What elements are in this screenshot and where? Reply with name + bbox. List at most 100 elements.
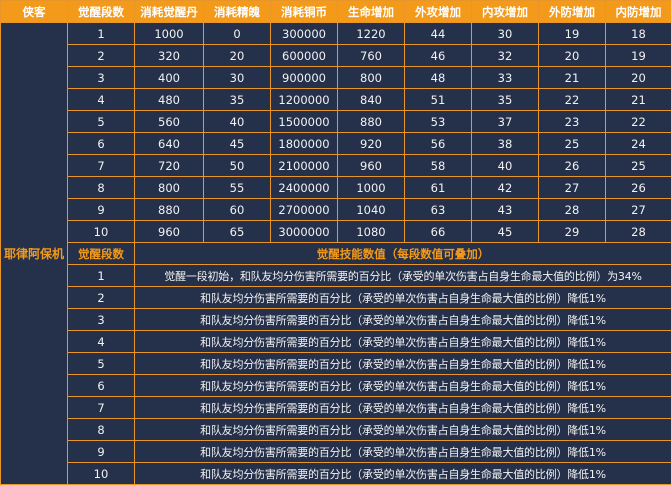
int-def-cell: 21 [606, 89, 671, 111]
coin-cell: 2400000 [271, 177, 338, 199]
pill-cell: 1000 [135, 23, 204, 45]
awakening-table: 侠客 觉醒段数 消耗觉醒丹 消耗精魄 消耗铜币 生命增加 外攻增加 内攻增加 外… [0, 0, 671, 485]
ext-def-cell: 28 [539, 199, 606, 221]
hp-cell: 800 [338, 67, 405, 89]
coin-cell: 900000 [271, 67, 338, 89]
stats-row: 7 720 50 2100000 960 58 40 26 25 [1, 155, 671, 177]
essence-cell: 65 [204, 221, 271, 243]
ext-def-cell: 26 [539, 155, 606, 177]
header-coin: 消耗铜币 [271, 1, 338, 23]
skill-stage-cell: 5 [68, 353, 135, 375]
skill-desc-cell: 和队友均分伤害所需要的百分比（承受的单次伤害占自身生命最大值的比例）降低1% [135, 463, 671, 485]
int-def-cell: 22 [606, 111, 671, 133]
skill-row: 9 和队友均分伤害所需要的百分比（承受的单次伤害占自身生命最大值的比例）降低1% [1, 441, 671, 463]
ext-def-cell: 25 [539, 133, 606, 155]
essence-cell: 40 [204, 111, 271, 133]
stats-row: 8 800 55 2400000 1000 61 42 27 26 [1, 177, 671, 199]
hp-cell: 1000 [338, 177, 405, 199]
stage-cell: 1 [68, 23, 135, 45]
ext-atk-cell: 56 [405, 133, 472, 155]
int-atk-cell: 30 [472, 23, 539, 45]
stage-cell: 4 [68, 89, 135, 111]
essence-cell: 0 [204, 23, 271, 45]
int-def-cell: 18 [606, 23, 671, 45]
stage-cell: 5 [68, 111, 135, 133]
int-def-cell: 27 [606, 199, 671, 221]
stats-row: 耶律阿保机 1 1000 0 300000 1220 44 30 19 18 [1, 23, 671, 45]
ext-atk-cell: 58 [405, 155, 472, 177]
essence-cell: 60 [204, 199, 271, 221]
header-int-atk: 内攻增加 [472, 1, 539, 23]
pill-cell: 720 [135, 155, 204, 177]
header-essence: 消耗精魄 [204, 1, 271, 23]
skill-row: 1 觉醒一段初始，和队友均分伤害所需要的百分比（承受的单次伤害占自身生命最大值的… [1, 265, 671, 287]
skill-desc-cell: 和队友均分伤害所需要的百分比（承受的单次伤害占自身生命最大值的比例）降低1% [135, 419, 671, 441]
skill-row: 3 和队友均分伤害所需要的百分比（承受的单次伤害占自身生命最大值的比例）降低1% [1, 309, 671, 331]
skill-desc-cell: 和队友均分伤害所需要的百分比（承受的单次伤害占自身生命最大值的比例）降低1% [135, 353, 671, 375]
stage-cell: 8 [68, 177, 135, 199]
int-def-cell: 26 [606, 177, 671, 199]
essence-cell: 20 [204, 45, 271, 67]
stage-cell: 3 [68, 67, 135, 89]
ext-atk-cell: 48 [405, 67, 472, 89]
hp-cell: 1220 [338, 23, 405, 45]
int-atk-cell: 37 [472, 111, 539, 133]
header-hero: 侠客 [1, 1, 68, 23]
int-def-cell: 19 [606, 45, 671, 67]
int-atk-cell: 33 [472, 67, 539, 89]
pill-cell: 400 [135, 67, 204, 89]
skill-header-desc: 觉醒技能数值（每段数值可叠加） [135, 243, 671, 265]
skill-stage-cell: 6 [68, 375, 135, 397]
hp-cell: 840 [338, 89, 405, 111]
skill-stage-cell: 4 [68, 331, 135, 353]
header-hp: 生命增加 [338, 1, 405, 23]
int-atk-cell: 35 [472, 89, 539, 111]
coin-cell: 2700000 [271, 199, 338, 221]
stage-cell: 7 [68, 155, 135, 177]
coin-cell: 1800000 [271, 133, 338, 155]
header-ext-def: 外防增加 [539, 1, 606, 23]
pill-cell: 320 [135, 45, 204, 67]
hero-name: 耶律阿保机 [1, 23, 68, 485]
skill-stage-cell: 2 [68, 287, 135, 309]
skill-desc-cell: 和队友均分伤害所需要的百分比（承受的单次伤害占自身生命最大值的比例）降低1% [135, 331, 671, 353]
skill-desc-cell: 和队友均分伤害所需要的百分比（承受的单次伤害占自身生命最大值的比例）降低1% [135, 375, 671, 397]
ext-atk-cell: 44 [405, 23, 472, 45]
essence-cell: 55 [204, 177, 271, 199]
skill-stage-cell: 9 [68, 441, 135, 463]
skill-row: 2 和队友均分伤害所需要的百分比（承受的单次伤害占自身生命最大值的比例）降低1% [1, 287, 671, 309]
ext-def-cell: 23 [539, 111, 606, 133]
int-atk-cell: 38 [472, 133, 539, 155]
essence-cell: 50 [204, 155, 271, 177]
ext-def-cell: 19 [539, 23, 606, 45]
ext-atk-cell: 53 [405, 111, 472, 133]
skill-stage-cell: 7 [68, 397, 135, 419]
pill-cell: 960 [135, 221, 204, 243]
skill-row: 8 和队友均分伤害所需要的百分比（承受的单次伤害占自身生命最大值的比例）降低1% [1, 419, 671, 441]
int-atk-cell: 40 [472, 155, 539, 177]
header-ext-atk: 外攻增加 [405, 1, 472, 23]
coin-cell: 2100000 [271, 155, 338, 177]
skill-desc-cell: 和队友均分伤害所需要的百分比（承受的单次伤害占自身生命最大值的比例）降低1% [135, 441, 671, 463]
pill-cell: 800 [135, 177, 204, 199]
hp-cell: 960 [338, 155, 405, 177]
coin-cell: 600000 [271, 45, 338, 67]
int-atk-cell: 43 [472, 199, 539, 221]
pill-cell: 640 [135, 133, 204, 155]
ext-atk-cell: 61 [405, 177, 472, 199]
int-def-cell: 28 [606, 221, 671, 243]
ext-def-cell: 27 [539, 177, 606, 199]
ext-atk-cell: 51 [405, 89, 472, 111]
stats-row: 4 480 35 1200000 840 51 35 22 21 [1, 89, 671, 111]
skill-row: 7 和队友均分伤害所需要的百分比（承受的单次伤害占自身生命最大值的比例）降低1% [1, 397, 671, 419]
ext-atk-cell: 63 [405, 199, 472, 221]
stage-cell: 6 [68, 133, 135, 155]
skill-desc-cell: 和队友均分伤害所需要的百分比（承受的单次伤害占自身生命最大值的比例）降低1% [135, 309, 671, 331]
skill-desc-cell: 觉醒一段初始，和队友均分伤害所需要的百分比（承受的单次伤害占自身生命最大值的比例… [135, 265, 671, 287]
header-row: 侠客 觉醒段数 消耗觉醒丹 消耗精魄 消耗铜币 生命增加 外攻增加 内攻增加 外… [1, 1, 671, 23]
skill-row: 4 和队友均分伤害所需要的百分比（承受的单次伤害占自身生命最大值的比例）降低1% [1, 331, 671, 353]
skill-stage-cell: 1 [68, 265, 135, 287]
hp-cell: 920 [338, 133, 405, 155]
int-atk-cell: 45 [472, 221, 539, 243]
skill-row: 6 和队友均分伤害所需要的百分比（承受的单次伤害占自身生命最大值的比例）降低1% [1, 375, 671, 397]
